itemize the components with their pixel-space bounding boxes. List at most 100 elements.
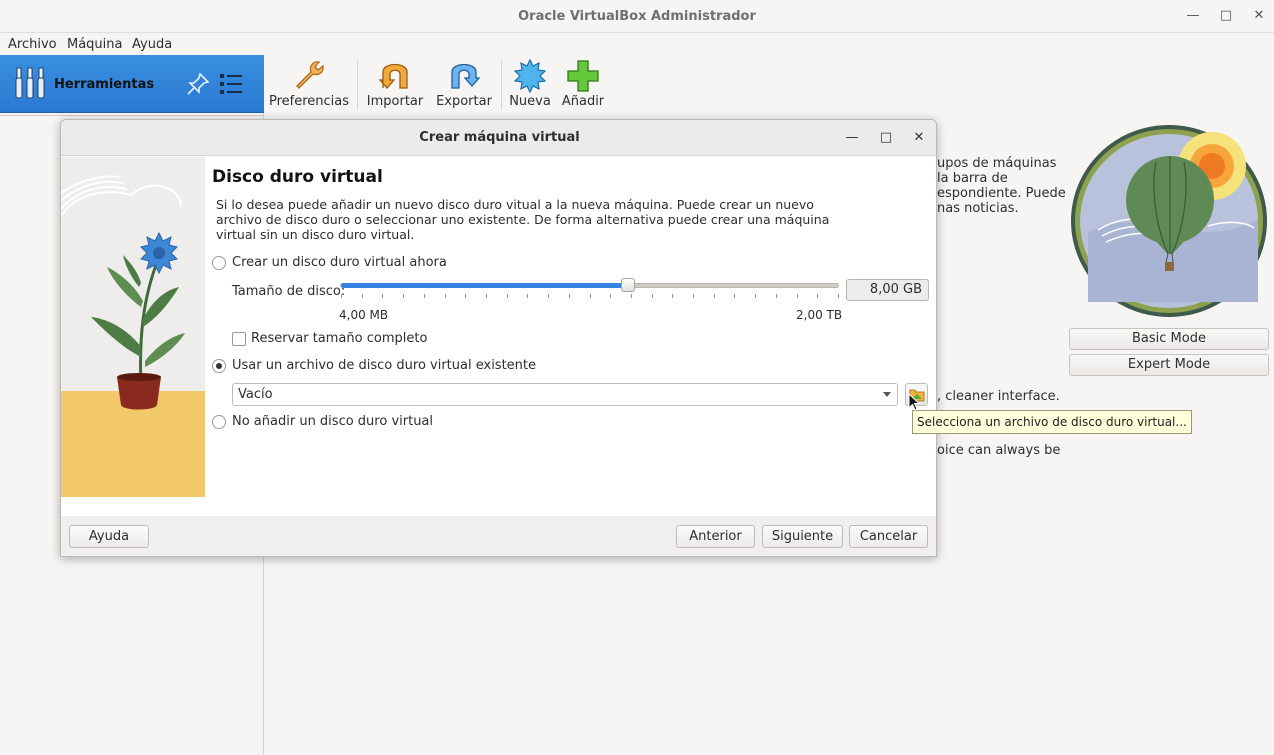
help-button[interactable]: Ayuda [69, 525, 149, 548]
maximize-icon[interactable]: □ [1218, 8, 1234, 24]
new-star-icon [513, 58, 547, 94]
nueva-label: Nueva [509, 94, 551, 109]
menu-archivo[interactable]: Archivo [8, 37, 57, 52]
slider-tick [734, 294, 735, 298]
mouse-cursor-icon [908, 393, 920, 411]
preferencias-button[interactable]: Preferencias [268, 55, 350, 115]
slider-tick [548, 294, 549, 298]
slider-tick [486, 294, 487, 298]
slider-tick [362, 294, 363, 298]
minimize-icon[interactable]: — [1185, 8, 1201, 24]
welcome-text-line: la barra de [937, 171, 1008, 186]
slider-tick [755, 294, 756, 298]
preferences-wrench-icon [296, 61, 324, 89]
slider-tick [714, 294, 715, 298]
import-arrow-icon [378, 63, 408, 89]
slider-tick [693, 294, 694, 298]
menu-maquina[interactable]: Máquina [67, 37, 123, 52]
expert-mode-button[interactable]: Expert Mode [1069, 354, 1269, 376]
slider-tick [776, 294, 777, 298]
toolbar-separator [357, 60, 358, 110]
welcome-text-line: oice can always be [937, 443, 1061, 458]
slider-tick [527, 294, 528, 298]
disk-size-slider[interactable] [340, 283, 839, 288]
slider-tick [672, 294, 673, 298]
preferencias-label: Preferencias [268, 94, 350, 109]
dialog-titlebar: Crear máquina virtual — □ ✕ [61, 120, 936, 156]
exportar-label: Exportar [436, 94, 492, 109]
slider-tick [631, 294, 632, 298]
no-disk-radio[interactable] [212, 415, 226, 429]
add-plus-icon [567, 60, 599, 92]
no-disk-label[interactable]: No añadir un disco duro virtual [232, 414, 433, 429]
use-existing-disk-radio[interactable] [212, 359, 226, 373]
dialog-minimize-icon[interactable]: — [843, 129, 861, 147]
create-vm-dialog: Crear máquina virtual — □ ✕ Disco duro v… [60, 119, 937, 557]
menubar: Archivo Máquina Ayuda [0, 34, 1274, 55]
use-existing-disk-label[interactable]: Usar un archivo de disco duro virtual ex… [232, 358, 536, 373]
slider-tick [382, 294, 383, 298]
reserve-full-size-label[interactable]: Reservar tamaño completo [251, 331, 427, 346]
anadir-label: Añadir [561, 94, 605, 109]
welcome-text-line: espondiente. Puede [937, 186, 1066, 201]
cancel-button[interactable]: Cancelar [849, 525, 928, 548]
slider-tick [838, 294, 839, 298]
slider-fill [341, 283, 629, 288]
welcome-text-line: nas noticias. [937, 201, 1019, 216]
create-disk-radio[interactable] [212, 256, 226, 270]
slider-tick [590, 294, 591, 298]
slider-tick [610, 294, 611, 298]
slider-tick [465, 294, 466, 298]
create-disk-label[interactable]: Crear un disco duro virtual ahora [232, 255, 447, 270]
tools-icon [15, 67, 45, 99]
export-arrow-icon [451, 63, 481, 89]
exportar-button[interactable]: Exportar [433, 55, 495, 115]
next-button[interactable]: Siguiente [762, 525, 843, 548]
importar-button[interactable]: Importar [365, 55, 425, 115]
slider-tick [569, 294, 570, 298]
welcome-text-line: upos de máquinas [937, 156, 1057, 171]
disk-size-field[interactable]: 8,00 GB [846, 279, 929, 301]
slider-handle[interactable] [621, 278, 635, 292]
close-icon[interactable]: ✕ [1251, 8, 1267, 24]
main-toolbar: Preferencias Importar Exportar Nueva Aña… [265, 55, 1274, 115]
tools-header[interactable]: Herramientas [0, 55, 264, 113]
slider-min-label: 4,00 MB [339, 308, 389, 322]
basic-mode-button[interactable]: Basic Mode [1069, 328, 1269, 350]
wizard-plant-illustration [61, 157, 205, 497]
slider-tick [424, 294, 425, 298]
choose-file-tooltip: Selecciona un archivo de disco duro virt… [912, 410, 1192, 434]
chevron-down-icon [883, 392, 891, 397]
anadir-button[interactable]: Añadir [559, 55, 607, 115]
page-heading: Disco duro virtual [212, 167, 383, 187]
nueva-button[interactable]: Nueva [507, 55, 553, 115]
dialog-maximize-icon[interactable]: □ [877, 129, 895, 147]
tools-divider [0, 115, 264, 116]
slider-tick [817, 294, 818, 298]
reserve-full-size-checkbox[interactable] [232, 332, 246, 346]
toolbar-separator [501, 60, 502, 110]
slider-tick [403, 294, 404, 298]
back-button[interactable]: Anterior [676, 525, 755, 548]
pin-icon[interactable] [186, 72, 210, 96]
list-menu-icon[interactable] [219, 72, 243, 96]
menu-ayuda[interactable]: Ayuda [132, 37, 172, 52]
existing-disk-value: Vacío [238, 387, 273, 402]
existing-disk-select[interactable]: Vacío [232, 383, 898, 406]
slider-tick [507, 294, 508, 298]
main-titlebar: Oracle VirtualBox Administrador — □ ✕ [0, 0, 1274, 33]
importar-label: Importar [366, 94, 424, 109]
tools-label: Herramientas [54, 77, 155, 92]
slider-max-label: 2,00 TB [796, 308, 843, 322]
slider-ticks [341, 294, 839, 299]
page-description: Si lo desea puede añadir un nuevo disco … [216, 197, 830, 242]
dialog-title: Crear máquina virtual [419, 130, 580, 145]
disk-size-label: Tamaño de disco: [232, 284, 346, 299]
slider-tick [652, 294, 653, 298]
dialog-close-icon[interactable]: ✕ [910, 129, 928, 147]
dialog-footer: Ayuda Anterior Siguiente Cancelar [61, 516, 936, 556]
balloon-illustration [1071, 125, 1267, 317]
slider-tick [341, 294, 342, 298]
slider-tick [797, 294, 798, 298]
window-title: Oracle VirtualBox Administrador [518, 9, 756, 24]
